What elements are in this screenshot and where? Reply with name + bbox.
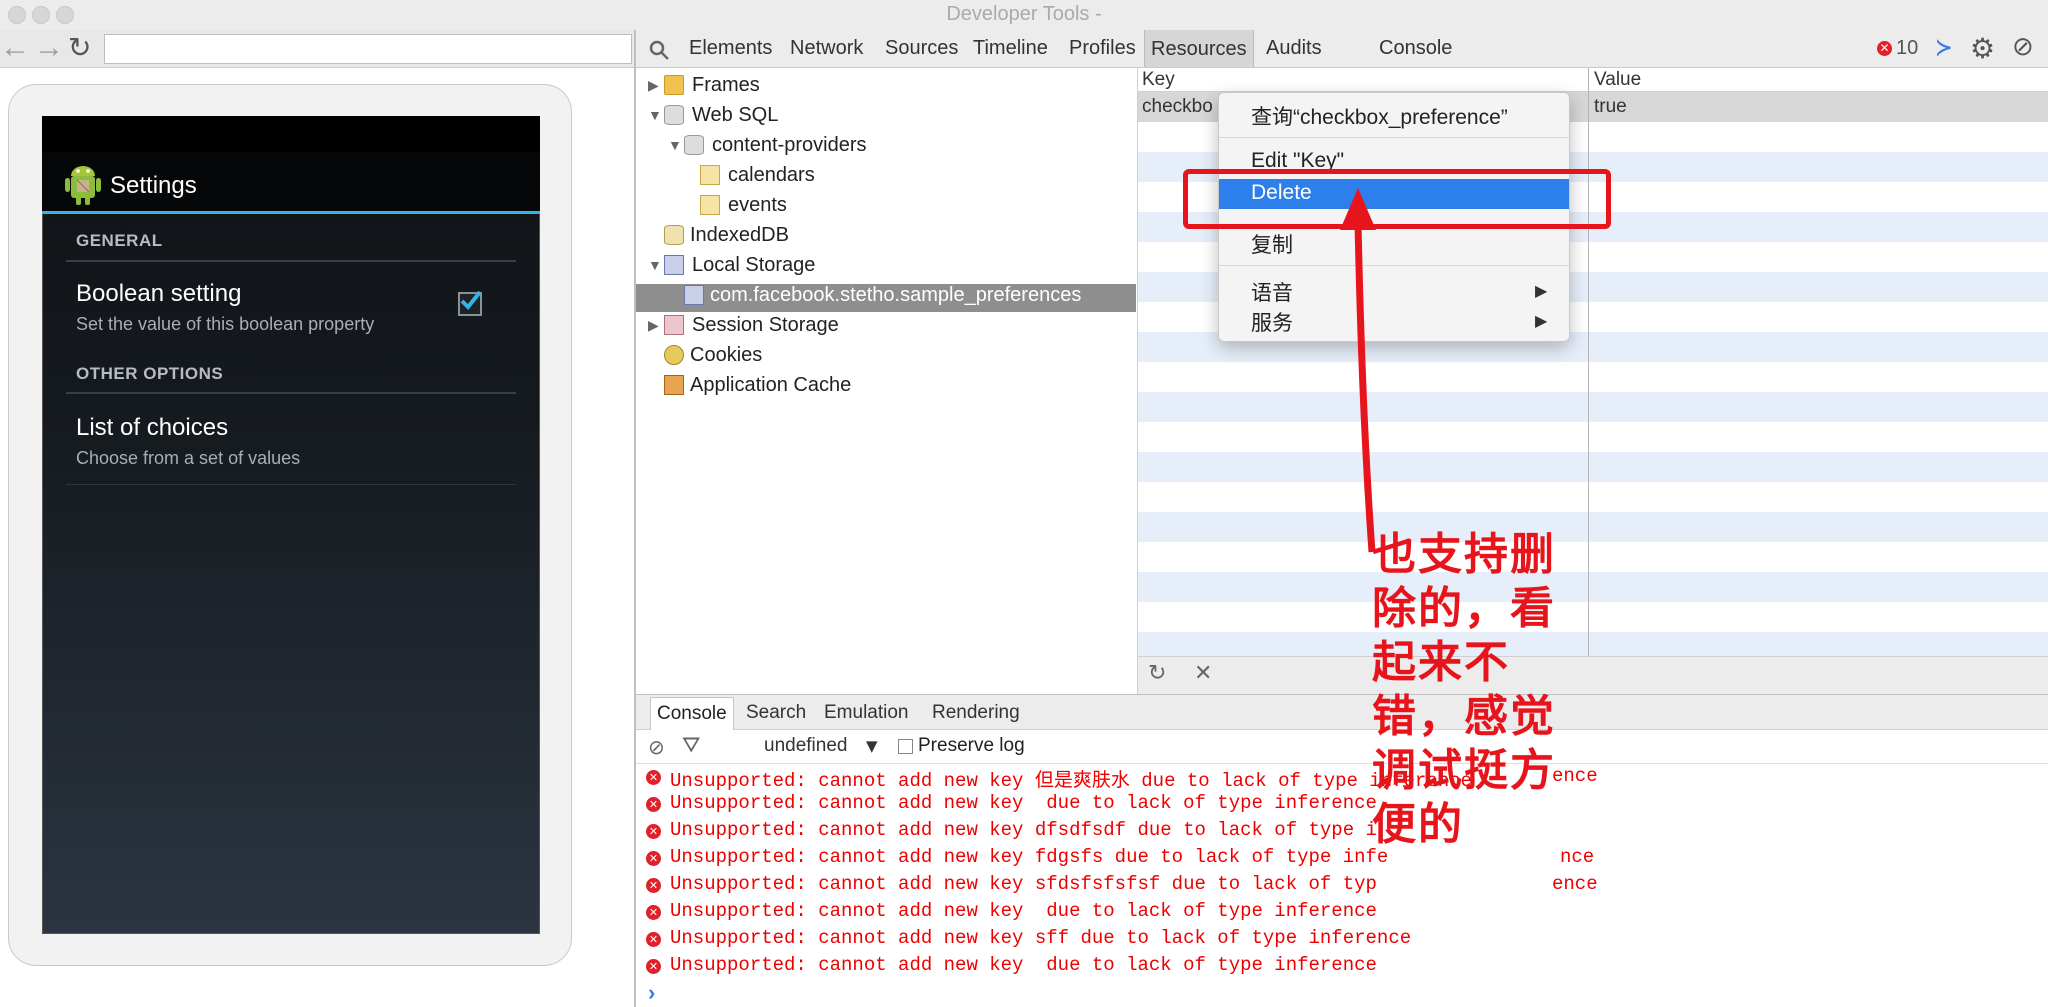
context-select[interactable]: undefined [764, 735, 847, 757]
android-status-bar [42, 116, 540, 152]
pref-title: List of choices [76, 414, 229, 441]
section-header-general: GENERAL [76, 231, 163, 250]
browser-nav-bar: ← → ↻ [0, 30, 636, 68]
dock-icon[interactable]: ⊘ [2012, 32, 2034, 62]
boolean-checkbox[interactable] [458, 290, 482, 316]
storage-grid-icon [684, 285, 704, 305]
tab-sources[interactable]: Sources [885, 37, 958, 60]
show-drawer-icon[interactable]: ≻ [1936, 33, 1952, 63]
drawer-tab-search[interactable]: Search [746, 702, 806, 724]
section-divider [66, 392, 516, 394]
clear-console-icon[interactable]: ⊘ [648, 735, 665, 759]
column-divider[interactable] [1588, 68, 1589, 656]
submenu-arrow-icon: ▶ [1535, 313, 1548, 330]
forward-arrow-icon[interactable]: → [34, 31, 64, 65]
refresh-icon[interactable]: ↻ [1148, 661, 1166, 686]
section-header-other-options: OTHER OPTIONS [76, 364, 224, 383]
error-icon: ✕ [646, 932, 661, 947]
column-header-value[interactable]: Value [1594, 69, 1641, 91]
console-messages: ✕ Unsupported: cannot add new key 但是爽肤水 d… [636, 764, 2048, 1007]
devtools-toolbar: Elements Network Sources Timeline Profil… [636, 30, 2048, 68]
pref-title: Boolean setting [76, 280, 242, 307]
disclosure-expanded-icon[interactable]: ▼ [648, 257, 662, 273]
drawer-tab-rendering[interactable]: Rendering [932, 702, 1020, 724]
error-icon: ✕ [646, 878, 661, 893]
delete-icon[interactable]: ✕ [1194, 661, 1212, 686]
window-titlebar: Developer Tools - [0, 0, 2048, 30]
error-count[interactable]: 10 [1896, 37, 1918, 60]
column-header-key[interactable]: Key [1142, 69, 1175, 91]
disclosure-collapsed-icon[interactable]: ▶ [648, 77, 659, 94]
tab-network[interactable]: Network [790, 37, 863, 60]
table-icon [700, 195, 720, 215]
error-icon: ✕ [646, 770, 661, 785]
app-cache-icon [664, 375, 684, 395]
drawer-tab-emulation[interactable]: Emulation [824, 702, 909, 724]
reload-icon[interactable]: ↻ [68, 31, 91, 64]
android-robot-icon [65, 166, 101, 205]
database-icon [684, 135, 704, 155]
grid-cell-value[interactable]: true [1594, 96, 1627, 118]
console-message-tail: ence [1552, 873, 1598, 895]
console-toolbar: ⊘ ⛛ undefined ▼ Preserve log [636, 730, 2048, 764]
console-prompt[interactable]: › [648, 980, 655, 1006]
menu-item-speech[interactable]: 语音 [1251, 277, 1293, 307]
console-message-tail: nce [1560, 846, 1595, 868]
database-icon [664, 225, 684, 245]
drawer-tab-console[interactable]: Console [650, 697, 734, 730]
app-title: Settings [110, 172, 197, 199]
disclosure-expanded-icon[interactable]: ▼ [648, 107, 662, 123]
disclosure-collapsed-icon[interactable]: ▶ [648, 317, 659, 334]
pref-divider [66, 484, 516, 485]
pref-summary: Choose from a set of values [76, 448, 301, 468]
error-icon: ✕ [646, 959, 661, 974]
folder-icon [664, 75, 684, 95]
tab-resources[interactable]: Resources [1144, 30, 1254, 67]
error-icon: ✕ [646, 905, 661, 920]
drawer-tabs: Console Search Emulation Rendering [636, 694, 2048, 730]
preserve-log-label: Preserve log [918, 735, 1025, 756]
grid-header: Key Value [1138, 68, 2048, 92]
menu-item-lookup[interactable]: 查询“checkbox_preference” [1251, 101, 1508, 131]
back-arrow-icon[interactable]: ← [0, 31, 30, 65]
cookie-icon [664, 345, 684, 365]
tab-timeline[interactable]: Timeline [973, 37, 1048, 60]
database-icon [664, 105, 684, 125]
storage-grid-icon [664, 315, 684, 335]
annotation-arrow-icon [1340, 188, 1376, 553]
window-title: Developer Tools - [946, 3, 1102, 25]
checkmark-icon [460, 290, 482, 310]
error-icon: ✕ [1877, 41, 1892, 56]
submenu-arrow-icon: ▶ [1535, 283, 1548, 300]
grid-footer: ↻ ✕ [1138, 656, 2048, 694]
storage-grid-icon [664, 255, 684, 275]
error-icon: ✕ [646, 824, 661, 839]
grid-cell-key[interactable]: checkbo [1142, 96, 1213, 118]
tab-console[interactable]: Console [1379, 37, 1452, 60]
annotation-text: 也支持删 除的，看 起来不 错，感觉 调试挺方 便的 [1372, 529, 1556, 850]
menu-item-copy[interactable]: 复制 [1251, 229, 1293, 259]
tab-elements[interactable]: Elements [689, 37, 772, 60]
gear-icon[interactable]: ⚙ [1970, 32, 1995, 65]
url-input[interactable] [104, 34, 632, 64]
chevron-down-icon[interactable]: ▼ [866, 737, 878, 755]
table-icon [700, 165, 720, 185]
menu-separator [1219, 137, 1569, 138]
search-icon[interactable] [648, 39, 670, 61]
tab-audits[interactable]: Audits [1266, 37, 1322, 60]
error-icon: ✕ [646, 797, 661, 812]
filter-icon[interactable]: ⛛ [682, 733, 700, 758]
pref-summary: Set the value of this boolean property [76, 314, 375, 334]
menu-item-services[interactable]: 服务 [1251, 307, 1293, 337]
tab-profiles[interactable]: Profiles [1069, 37, 1136, 60]
error-icon: ✕ [646, 851, 661, 866]
disclosure-expanded-icon[interactable]: ▼ [668, 137, 682, 153]
section-divider [66, 260, 516, 262]
preserve-log-checkbox[interactable] [898, 739, 913, 754]
